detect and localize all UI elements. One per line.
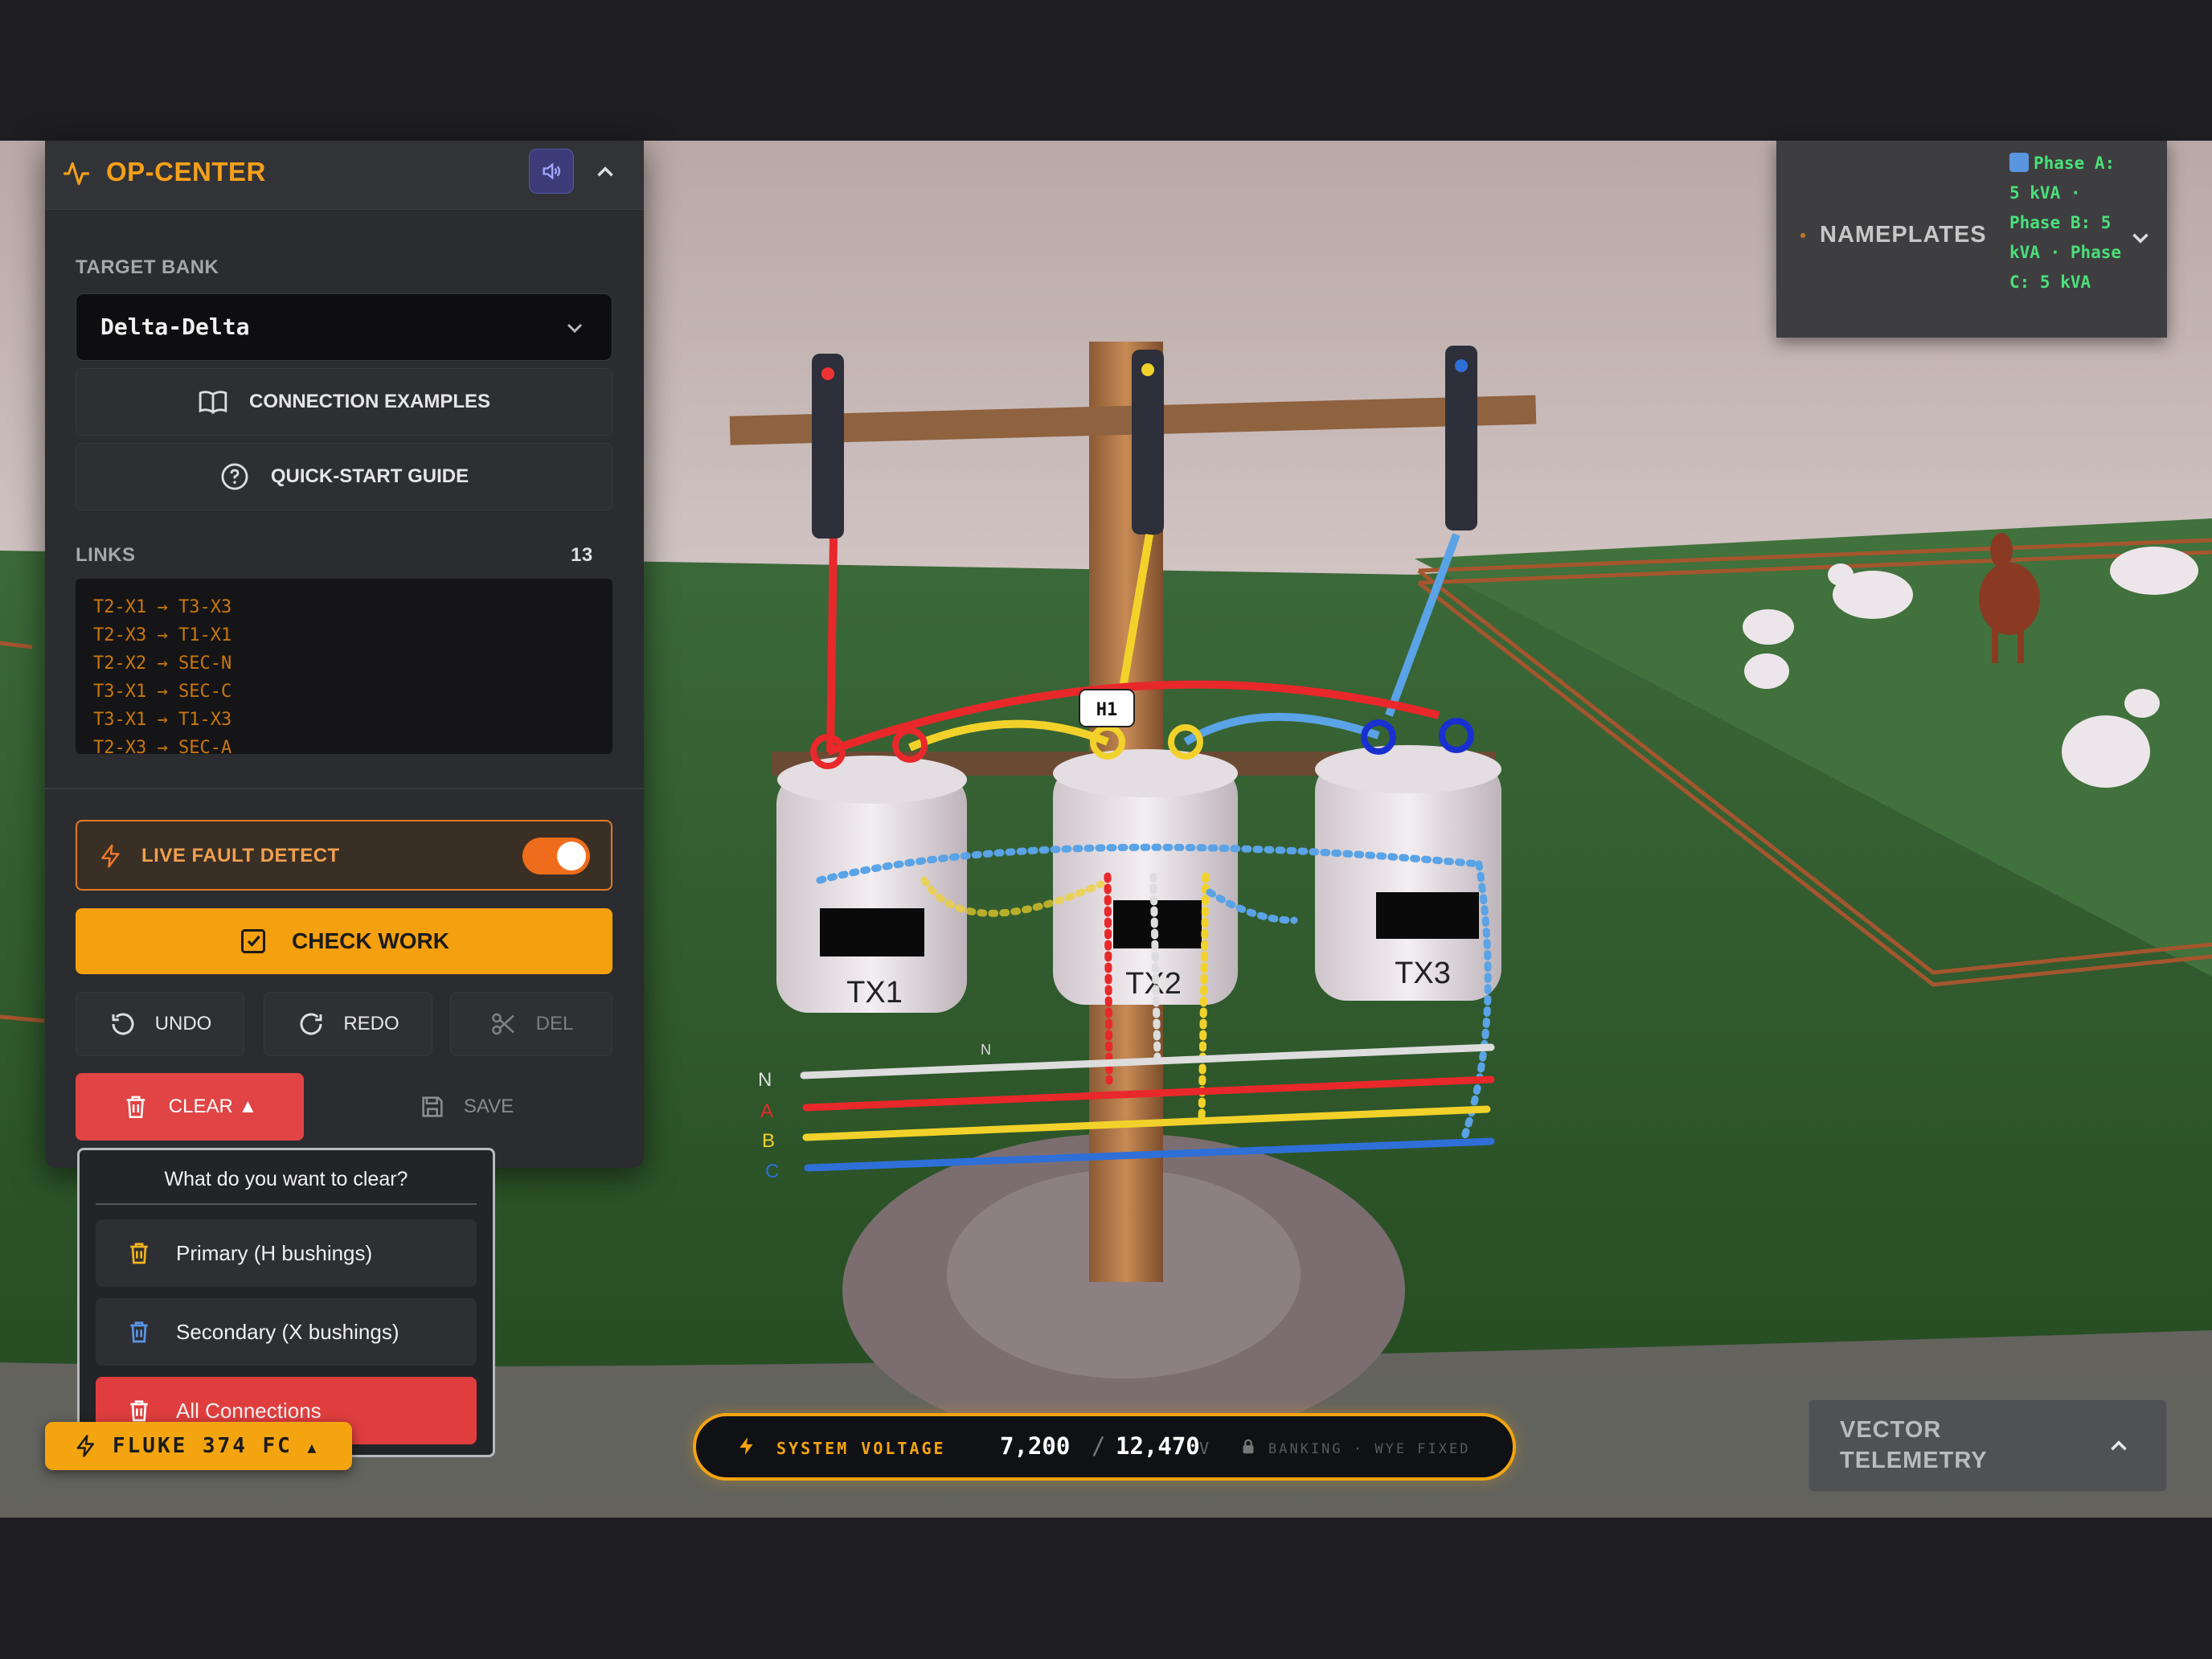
top-letterbox	[0, 0, 2212, 141]
transformer-tx1[interactable]: TX1	[776, 756, 967, 1013]
links-count: 13	[571, 544, 593, 566]
play-icon	[2009, 153, 2029, 172]
link-item[interactable]: T3-X1 → T1-X3	[93, 706, 595, 734]
links-label: LINKS	[76, 544, 136, 566]
vector-telemetry-panel[interactable]: VECTOR TELEMETRY	[1809, 1399, 2167, 1492]
floppy-icon	[422, 1096, 443, 1117]
speaker-icon	[543, 162, 561, 180]
svg-text:H1: H1	[1096, 700, 1118, 720]
save-label: SAVE	[463, 1096, 514, 1117]
svg-text:C: C	[765, 1161, 779, 1182]
secondary-voltage: 12,470	[1116, 1432, 1200, 1460]
pulse-icon	[61, 158, 92, 193]
clear-menu: What do you want to clear? Primary (H bu…	[77, 1148, 495, 1457]
trash-icon	[130, 1243, 148, 1264]
target-bank-value: Delta-Delta	[100, 313, 250, 340]
link-item[interactable]: T2-X3 → T1-X1	[93, 621, 595, 649]
connection-examples-button[interactable]: CONNECTION EXAMPLES	[76, 368, 612, 436]
check-work-label: CHECK WORK	[292, 928, 449, 953]
fluke-label: FLUKE 374 FC ▲	[113, 1434, 319, 1458]
tx1-label: TX1	[846, 976, 903, 1010]
check-work-button[interactable]: CHECK WORK	[76, 908, 612, 974]
live-fault-detect-toggle[interactable]	[522, 838, 590, 875]
clear-button[interactable]: CLEAR ▲	[76, 1073, 304, 1141]
book-icon	[199, 391, 227, 415]
clear-secondary-label: Secondary (X bushings)	[176, 1319, 399, 1344]
live-fault-detect-label: LIVE FAULT DETECT	[141, 845, 340, 866]
clear-primary-label: Primary (H bushings)	[176, 1240, 373, 1265]
bolt-icon	[98, 842, 124, 874]
voltage-separator: /	[1092, 1432, 1106, 1460]
clear-menu-divider	[96, 1203, 477, 1205]
svg-text:B: B	[762, 1130, 775, 1152]
connection-examples-label: CONNECTION EXAMPLES	[248, 391, 491, 412]
clear-secondary-option[interactable]: Secondary (X bushings)	[96, 1298, 477, 1366]
nameplates-panel[interactable]: NAMEPLATES Phase A: 5 kVA · Phase B: 5 k…	[1776, 141, 2167, 338]
sound-toggle-button[interactable]	[529, 149, 574, 194]
redo-label: REDO	[343, 1013, 399, 1034]
links-list[interactable]: T2-X1 → T3-X3 T2-X3 → T1-X1 T2-X2 → SEC-…	[76, 579, 612, 754]
clear-all-label: All Connections	[176, 1398, 322, 1423]
undo-icon	[112, 1013, 134, 1035]
fluke-meter-button[interactable]: FLUKE 374 FC ▲	[45, 1422, 352, 1470]
undo-label: UNDO	[154, 1013, 212, 1034]
delete-button[interactable]: DEL	[450, 992, 612, 1056]
live-fault-detect-row: LIVE FAULT DETECT	[76, 820, 612, 891]
system-voltage-label: SYSTEM VOLTAGE	[776, 1439, 946, 1458]
chevron-up-icon	[597, 166, 613, 177]
delete-label: DEL	[535, 1013, 574, 1034]
svg-text:N: N	[981, 1042, 991, 1058]
clear-menu-question: What do you want to clear?	[164, 1168, 408, 1190]
banking-status: BANKING · WYE FIXED	[1268, 1441, 1471, 1457]
h1-tag: H1	[1079, 689, 1135, 727]
quick-start-guide-button[interactable]: QUICK-START GUIDE	[76, 443, 612, 510]
link-item[interactable]: T3-X1 → SEC-C	[93, 678, 595, 706]
voltage-unit: V	[1199, 1439, 1210, 1458]
scissors-icon	[491, 1013, 514, 1035]
bolt-icon	[76, 1435, 94, 1457]
help-circle-icon	[221, 463, 248, 490]
link-item[interactable]: T2-X3 → SEC-A	[93, 734, 595, 754]
collapse-panel-button[interactable]	[592, 158, 619, 190]
system-voltage-bar: SYSTEM VOLTAGE 7,200 / 12,470 V BANKING …	[693, 1413, 1516, 1481]
trash-icon	[126, 1096, 145, 1119]
bolt-icon	[736, 1434, 757, 1462]
chevron-down-icon	[562, 315, 588, 345]
toggle-knob	[557, 842, 586, 870]
redo-button[interactable]: REDO	[264, 992, 432, 1056]
op-center-panel: OP-CENTER TARGET BANK Delta-Delta CONNEC…	[45, 141, 644, 1168]
undo-button[interactable]: UNDO	[76, 992, 244, 1056]
link-item[interactable]: T2-X1 → T3-X3	[93, 593, 595, 621]
target-bank-label: TARGET BANK	[76, 256, 219, 278]
target-bank-select[interactable]: Delta-Delta	[76, 293, 612, 361]
clear-label: CLEAR ▲	[168, 1096, 258, 1117]
clear-primary-option[interactable]: Primary (H bushings)	[96, 1219, 477, 1287]
status-dot	[1800, 233, 1805, 238]
divider	[45, 788, 644, 789]
checkbox-icon	[241, 929, 265, 953]
svg-text:N: N	[758, 1069, 772, 1091]
save-button[interactable]: SAVE	[320, 1073, 612, 1141]
quick-start-guide-label: QUICK-START GUIDE	[270, 465, 469, 487]
vector-telemetry-title: VECTOR TELEMETRY	[1840, 1417, 1988, 1473]
transformer-tx3[interactable]: TX3	[1315, 745, 1501, 1001]
op-center-title: OP-CENTER	[106, 157, 266, 186]
trash-icon	[130, 1400, 148, 1422]
link-item[interactable]: T2-X2 → SEC-N	[93, 649, 595, 678]
redo-icon	[300, 1013, 322, 1035]
chevron-down-icon	[2127, 224, 2154, 256]
nameplates-title: NAMEPLATES	[1820, 222, 1987, 248]
transformer-tx2[interactable]: TX2	[1053, 749, 1238, 1005]
chevron-up-icon	[2105, 1432, 2132, 1464]
primary-voltage: 7,200	[1000, 1432, 1071, 1460]
nameplates-detail: Phase A: 5 kVA · Phase B: 5 kVA · Phase …	[2009, 153, 2122, 292]
op-center-header: OP-CENTER	[45, 141, 644, 210]
trash-icon	[130, 1321, 148, 1343]
lock-icon	[1239, 1437, 1257, 1460]
bottom-letterbox	[0, 1518, 2212, 1659]
tx3-label: TX3	[1395, 956, 1451, 990]
svg-text:A: A	[760, 1100, 773, 1122]
